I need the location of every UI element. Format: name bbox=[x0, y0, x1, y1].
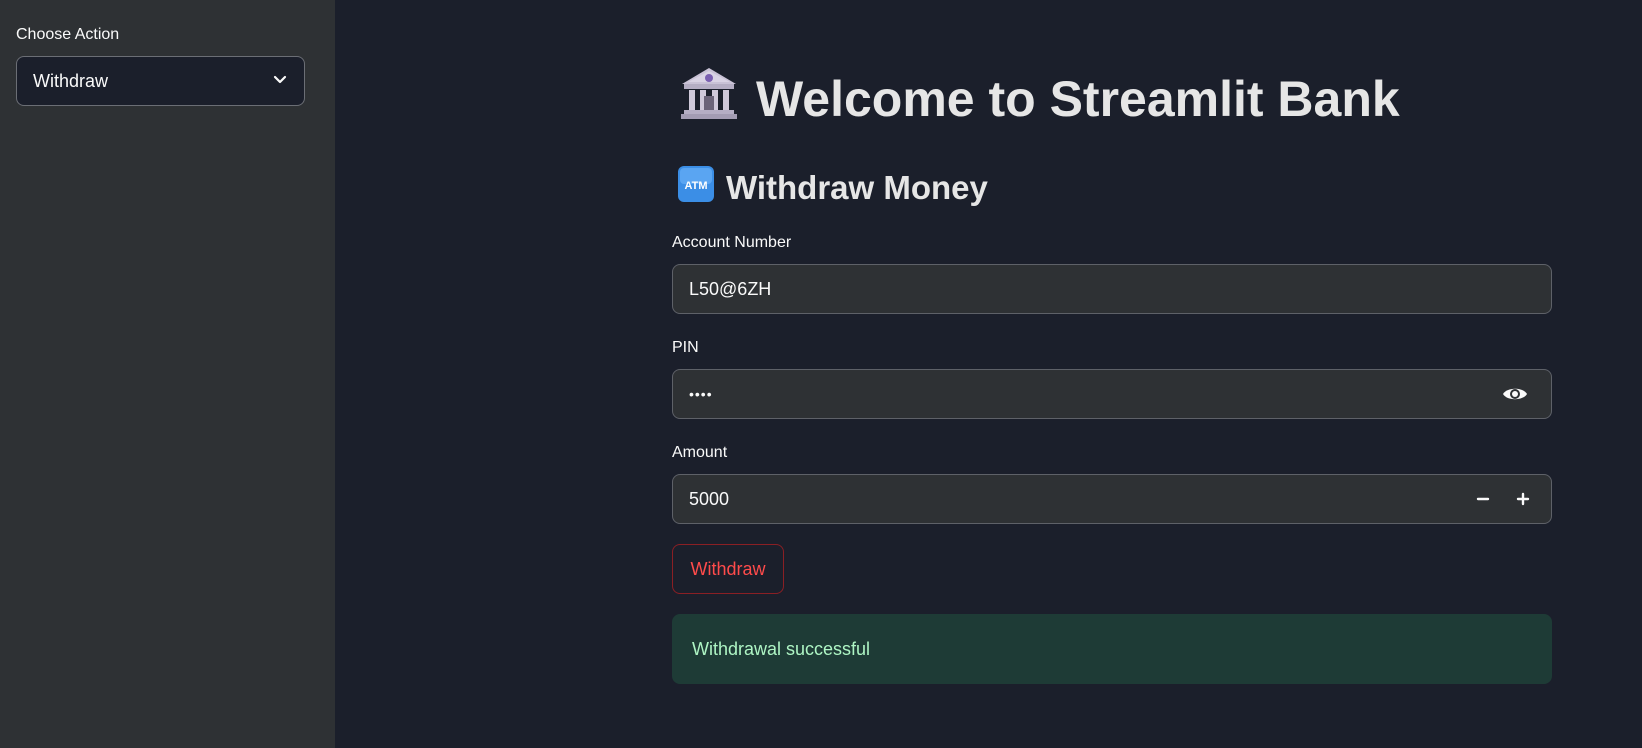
page-title-text: Welcome to Streamlit Bank bbox=[756, 71, 1400, 127]
amount-value: 5000 bbox=[689, 488, 730, 509]
section-title-text: Withdraw Money bbox=[726, 169, 988, 206]
svg-text:ATM: ATM bbox=[684, 180, 707, 192]
choose-action-label: Choose Action bbox=[16, 26, 120, 43]
pin-label: PIN bbox=[672, 339, 699, 356]
plus-icon[interactable] bbox=[1503, 479, 1543, 519]
amount-label: Amount bbox=[672, 444, 728, 461]
minus-icon[interactable] bbox=[1463, 479, 1503, 519]
account-number-label: Account Number bbox=[672, 234, 792, 251]
pin-input[interactable]: •••• bbox=[672, 369, 1552, 419]
atm-icon: ATM bbox=[678, 166, 714, 210]
page-title: Welcome to Streamlit Bank bbox=[680, 66, 1400, 132]
action-select[interactable]: Withdraw bbox=[16, 56, 305, 106]
pin-value: •••• bbox=[689, 386, 713, 402]
withdraw-button[interactable]: Withdraw bbox=[672, 544, 784, 594]
eye-icon[interactable] bbox=[1495, 374, 1535, 414]
account-number-input[interactable]: L50@6ZH bbox=[672, 264, 1552, 314]
action-select-value: Withdraw bbox=[33, 70, 109, 91]
account-number-value: L50@6ZH bbox=[689, 278, 772, 299]
main-content: Welcome to Streamlit Bank ATM Withdraw M… bbox=[335, 0, 1642, 748]
success-alert: Withdrawal successful bbox=[672, 614, 1552, 684]
chevron-down-icon bbox=[272, 71, 288, 92]
section-title: ATM Withdraw Money bbox=[678, 166, 988, 210]
amount-input[interactable]: 5000 bbox=[672, 474, 1552, 524]
bank-icon bbox=[680, 66, 738, 132]
sidebar: Choose Action Withdraw bbox=[0, 0, 335, 748]
success-alert-text: Withdrawal successful bbox=[692, 638, 871, 659]
